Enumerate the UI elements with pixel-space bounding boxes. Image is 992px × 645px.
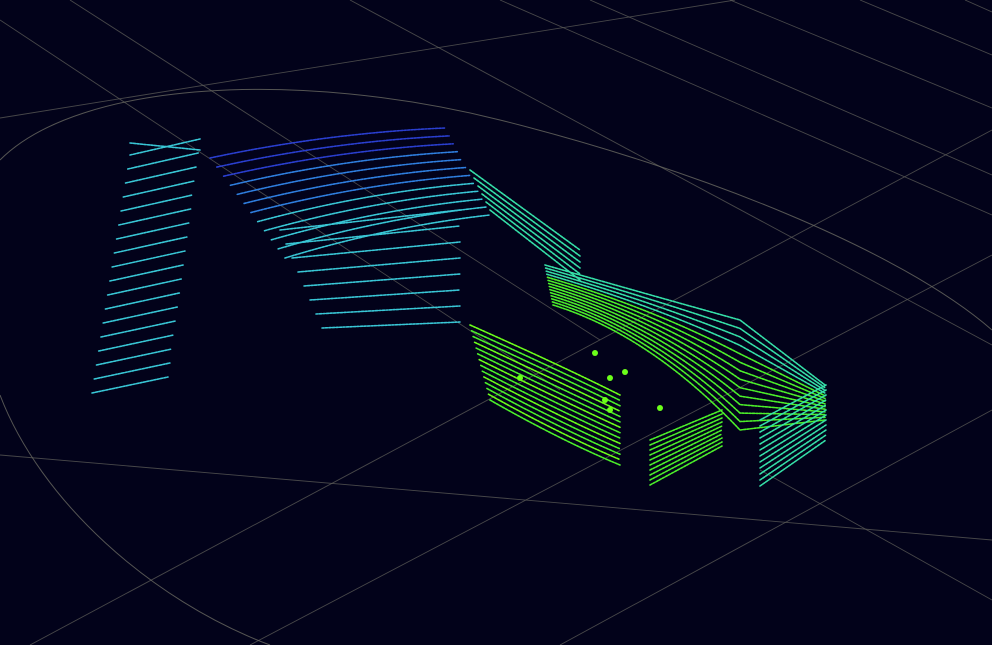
lower-block-scan (475, 347, 621, 418)
point-cluster (622, 369, 628, 375)
grid-line (589, 0, 992, 176)
lower-block-scan (476, 353, 621, 423)
slab-scan (649, 417, 723, 451)
left-wall-scan (100, 320, 177, 338)
building-scan (209, 127, 446, 159)
building-scan (236, 158, 463, 196)
left-wall-scan (118, 208, 192, 226)
point-cluster (607, 375, 613, 381)
left-wall-scan (124, 166, 198, 184)
point-cluster (592, 350, 598, 356)
range-ring (0, 394, 271, 645)
lower-block-scan (486, 387, 621, 456)
grid-line (69, 0, 601, 341)
left-wall-scan (104, 292, 181, 310)
left-wall-scan (109, 264, 184, 282)
lower-block-scan (473, 341, 621, 412)
grid-line (0, 0, 736, 119)
end-face-scan (759, 429, 827, 475)
left-wall-scan (115, 222, 190, 240)
corridor-scan (489, 209, 581, 281)
slab-scan (649, 421, 723, 456)
corridor-scan (469, 169, 581, 251)
right-building-scan (546, 276, 826, 397)
point-cluster (602, 397, 608, 403)
right-building-scan (547, 282, 826, 402)
end-face-scan (759, 409, 827, 451)
point-cluster (657, 405, 663, 411)
grid-line (29, 129, 992, 645)
grid-line (249, 254, 992, 645)
point-cluster (517, 375, 523, 381)
grid-line (859, 0, 992, 56)
left-wall-scan (93, 362, 171, 380)
corridor-scan (477, 185, 581, 263)
end-face-scan (759, 404, 827, 445)
left-wall-scan (126, 152, 199, 170)
corridor-scan (473, 177, 581, 257)
lower-block-scan (489, 399, 621, 466)
grid-line (729, 0, 992, 109)
corridor-scan (485, 201, 581, 275)
3d-scene-canvas[interactable] (0, 0, 992, 645)
building-scan (216, 135, 450, 168)
building-front-scan (309, 289, 461, 301)
grid-line (499, 0, 992, 216)
left-wall-scan (111, 250, 186, 268)
left-wall-scan (102, 306, 179, 324)
lower-block-scan (484, 381, 621, 450)
building-front-scan (321, 321, 461, 329)
point-cluster (607, 407, 613, 413)
left-wall-scan (91, 376, 169, 394)
point-cloud (91, 127, 827, 487)
lower-block-scan (472, 335, 621, 407)
ground-grid (0, 0, 992, 645)
grid-line (964, 0, 992, 13)
building-front-scan (303, 273, 461, 287)
left-wall-scan (106, 278, 182, 296)
left-wall-scan (120, 194, 194, 212)
building-front-scan (291, 241, 461, 259)
lower-block-scan (487, 393, 621, 461)
lower-block-scan (469, 324, 621, 396)
grid-line (759, 469, 992, 601)
grid-line (0, 454, 992, 541)
left-wall-scan (97, 334, 175, 352)
left-wall-scan (113, 236, 188, 254)
left-wall-scan (129, 142, 201, 151)
point-cloud-viewport[interactable] (0, 0, 992, 645)
left-wall-scan (95, 348, 173, 366)
corridor-scan (481, 193, 581, 269)
left-wall-scan (122, 180, 196, 198)
